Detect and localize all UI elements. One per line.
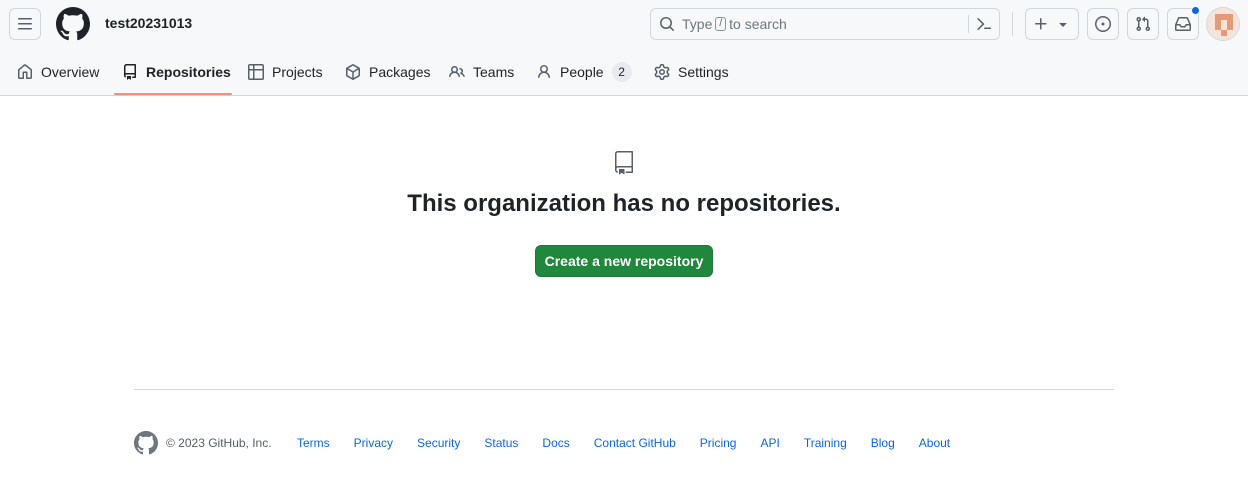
search-placeholder: Type / to search	[682, 16, 787, 32]
home-icon	[18, 64, 32, 79]
menu-button[interactable]	[9, 8, 41, 40]
blankslate-title: This organization has no repositories.	[407, 190, 841, 217]
footer-link-about[interactable]: About	[919, 436, 950, 450]
footer-link-status[interactable]: Status	[484, 436, 518, 450]
tab-repositories[interactable]: Repositories	[122, 48, 231, 96]
tab-packages[interactable]: Packages	[345, 48, 430, 96]
tab-label: Teams	[473, 64, 515, 80]
repo-icon	[615, 151, 633, 175]
app-header: test20231013 Type / to search Overview R…	[0, 0, 1248, 96]
tab-overview[interactable]: Overview	[17, 48, 99, 96]
org-name[interactable]: test20231013	[105, 15, 192, 31]
footer: © 2023 GitHub, Inc. Terms Privacy Securi…	[134, 431, 1114, 455]
plus-icon	[1035, 18, 1047, 30]
create-repository-button[interactable]: Create a new repository	[535, 245, 713, 277]
package-icon	[346, 64, 360, 80]
issue-opened-icon	[1095, 16, 1111, 32]
search-shortcut-key: /	[715, 17, 727, 31]
search-icon	[660, 17, 675, 32]
gear-icon	[654, 64, 670, 80]
tab-label: People	[560, 64, 604, 80]
repo-icon	[124, 64, 136, 80]
tab-teams[interactable]: Teams	[449, 48, 514, 96]
avatar[interactable]	[1206, 7, 1240, 41]
person-icon	[538, 65, 550, 79]
tab-settings[interactable]: Settings	[654, 48, 729, 96]
footer-link-contact[interactable]: Contact GitHub	[594, 436, 676, 450]
header-divider	[1012, 12, 1013, 36]
top-bar: test20231013 Type / to search	[0, 0, 1248, 48]
search-input[interactable]: Type / to search	[650, 8, 1000, 40]
footer-link-privacy[interactable]: Privacy	[354, 436, 393, 450]
search-placeholder-suffix: to search	[729, 16, 787, 32]
tab-people[interactable]: People 2	[536, 48, 632, 96]
issues-button[interactable]	[1087, 8, 1119, 40]
footer-link-blog[interactable]: Blog	[871, 436, 895, 450]
tab-projects[interactable]: Projects	[248, 48, 323, 96]
footer-link-security[interactable]: Security	[417, 436, 460, 450]
identicon	[1207, 8, 1239, 40]
footer-link-terms[interactable]: Terms	[297, 436, 330, 450]
footer-divider	[134, 389, 1114, 390]
people-count-badge: 2	[611, 62, 632, 82]
people-icon	[449, 65, 465, 78]
pull-requests-button[interactable]	[1127, 8, 1159, 40]
org-nav-tabs: Overview Repositories Projects Packages …	[0, 48, 1248, 96]
inbox-icon	[1175, 17, 1191, 31]
tab-label: Projects	[272, 64, 323, 80]
tab-label: Packages	[369, 64, 431, 80]
footer-link-pricing[interactable]: Pricing	[700, 436, 737, 450]
notification-indicator	[1191, 6, 1200, 15]
command-palette-icon[interactable]	[975, 16, 993, 32]
footer-links: Terms Privacy Security Status Docs Conta…	[297, 431, 974, 455]
menu-icon	[18, 18, 32, 30]
footer-link-training[interactable]: Training	[804, 436, 847, 450]
active-tab-indicator	[114, 93, 232, 95]
tab-label: Settings	[678, 64, 729, 80]
table-icon	[248, 64, 264, 80]
footer-link-docs[interactable]: Docs	[542, 436, 569, 450]
tab-label: Overview	[41, 64, 100, 80]
github-logo-icon[interactable]	[56, 7, 90, 41]
git-pull-request-icon	[1136, 16, 1151, 32]
copyright: © 2023 GitHub, Inc.	[166, 436, 272, 450]
search-divider	[968, 15, 969, 33]
triangle-down-icon	[1059, 23, 1067, 27]
search-placeholder-prefix: Type	[682, 16, 713, 32]
tab-label: Repositories	[146, 64, 231, 80]
create-new-button[interactable]	[1025, 8, 1079, 40]
footer-link-api[interactable]: API	[760, 436, 779, 450]
github-mark-icon[interactable]	[134, 431, 158, 455]
